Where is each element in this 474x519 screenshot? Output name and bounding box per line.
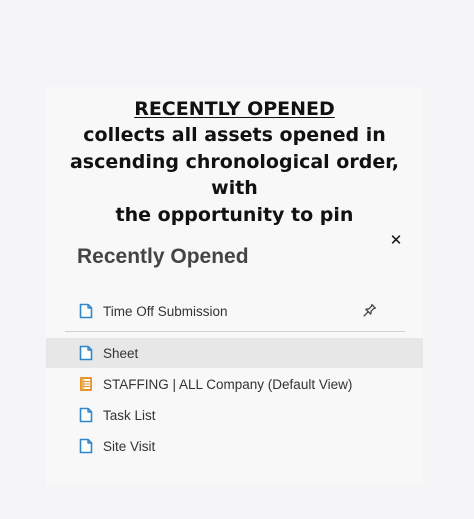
feature-desc-line-3: the opportunity to pin (115, 204, 354, 226)
sheet-icon (79, 345, 93, 361)
feature-desc-line-2: ascending chronological order, with (69, 151, 400, 199)
list-item-staffing-report[interactable]: STAFFING | ALL Company (Default View) (46, 369, 423, 399)
pinned-item-time-off-submission[interactable]: Time Off Submission (46, 296, 423, 326)
feature-description: RECENTLY OPENED collects all assets open… (46, 97, 423, 228)
divider (65, 331, 405, 332)
list-item-label: Task List (103, 407, 156, 423)
list-item-label: Sheet (103, 345, 139, 361)
feature-desc-line-1: collects all assets opened in (83, 124, 386, 146)
list-item-sheet[interactable]: Sheet (46, 338, 423, 368)
sheet-icon (79, 303, 93, 319)
sheet-icon (79, 438, 93, 454)
list-item-label: Site Visit (103, 438, 156, 454)
report-icon (80, 377, 92, 391)
list-item-task-list[interactable]: Task List (46, 400, 423, 430)
recently-opened-card: RECENTLY OPENED collects all assets open… (46, 87, 423, 485)
list-item-label: Time Off Submission (103, 303, 228, 319)
list-item-site-visit[interactable]: Site Visit (46, 431, 423, 461)
pin-icon[interactable] (361, 303, 377, 319)
panel-title: Recently Opened (77, 245, 249, 268)
list-item-label: STAFFING | ALL Company (Default View) (103, 376, 353, 392)
close-icon[interactable]: ✕ (387, 232, 405, 250)
sheet-icon (79, 407, 93, 423)
feature-title: RECENTLY OPENED (134, 98, 335, 120)
